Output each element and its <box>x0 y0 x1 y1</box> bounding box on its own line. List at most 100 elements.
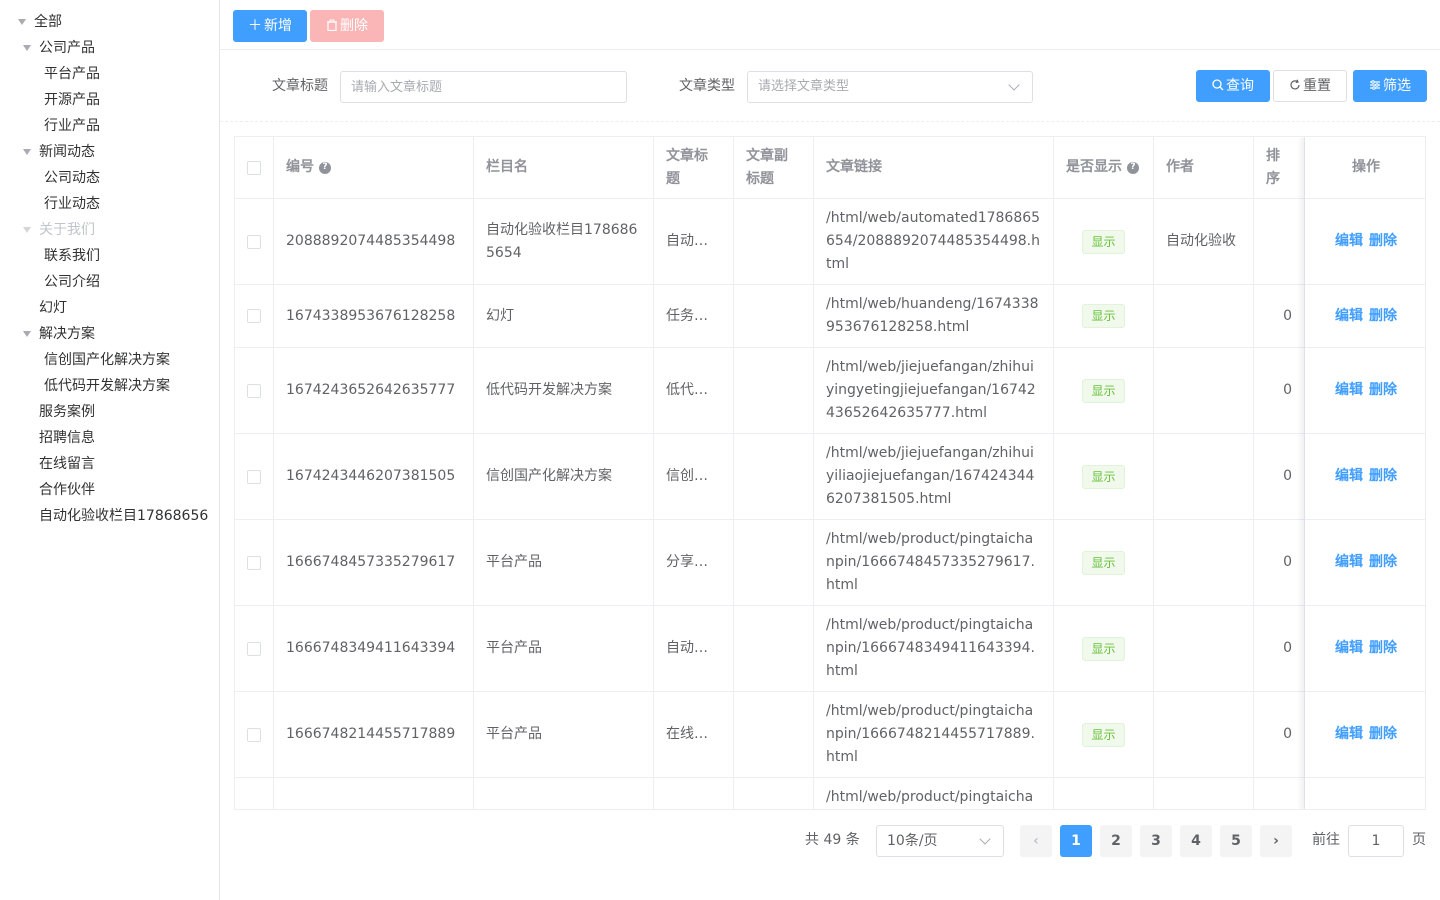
row-checkbox[interactable] <box>247 234 261 249</box>
caret-down-icon[interactable] <box>18 19 26 25</box>
refresh-icon <box>1289 71 1301 101</box>
cell-text: /html/web/product/pingtaichanpin/1666748… <box>826 531 1035 593</box>
cell-id: 1674338953676128258 <box>274 285 474 348</box>
cell-link: /html/web/jiejuefangan/zhihuiyingyetingj… <box>814 348 1054 434</box>
cell-actions: 编辑 删除 <box>1305 199 1425 285</box>
header-actions-label: 操作 <box>1352 159 1380 175</box>
row-select-cell <box>235 285 274 348</box>
page-button[interactable]: 3 <box>1140 825 1172 857</box>
tree-node[interactable]: 开源产品 <box>0 87 219 113</box>
row-checkbox[interactable] <box>247 555 261 570</box>
header-subtitle-label: 文章副标题 <box>746 147 788 187</box>
edit-link[interactable]: 编辑 <box>1335 230 1363 253</box>
cell-title: 分享插... <box>654 520 734 606</box>
tree-node[interactable]: 自动化验收栏目17868656 <box>0 503 219 529</box>
pagination-total: 共 49 条 <box>805 832 860 848</box>
delete-link[interactable]: 删除 <box>1369 551 1397 574</box>
page-button[interactable]: 4 <box>1180 825 1212 857</box>
delete-link[interactable]: 删除 <box>1369 465 1397 488</box>
sliders-icon <box>1369 71 1381 101</box>
question-icon[interactable]: ? <box>1127 161 1139 174</box>
search-form: 文章标题 文章类型 请选择文章类型 查询 重置 筛选 <box>220 50 1440 122</box>
row-checkbox[interactable] <box>247 727 261 742</box>
edit-link[interactable]: 编辑 <box>1335 379 1363 402</box>
tree-node[interactable]: 行业产品 <box>0 113 219 139</box>
page-button[interactable]: 2 <box>1100 825 1132 857</box>
row-checkbox[interactable] <box>247 641 261 656</box>
title-label: 文章标题 <box>272 78 328 94</box>
delete-link[interactable]: 删除 <box>1369 723 1397 746</box>
header-id[interactable]: 编号? <box>274 137 474 199</box>
prev-page-button[interactable]: ‹ <box>1020 825 1052 857</box>
tree-node[interactable]: 合作伙伴 <box>0 477 219 503</box>
cell-id: 1674243652642635777 <box>274 348 474 434</box>
tree-node[interactable]: 联系我们 <box>0 243 219 269</box>
delete-link[interactable]: 删除 <box>1369 637 1397 660</box>
cell-subtitle <box>734 778 814 809</box>
query-button[interactable]: 查询 <box>1196 70 1270 102</box>
edit-link[interactable]: 编辑 <box>1335 551 1363 574</box>
row-checkbox[interactable] <box>247 383 261 398</box>
caret-down-icon[interactable] <box>23 227 31 233</box>
type-select[interactable]: 请选择文章类型 <box>747 71 1033 103</box>
tree-node[interactable]: 解决方案 <box>0 321 219 347</box>
tree-node[interactable]: 信创国产化解决方案 <box>0 347 219 373</box>
tree-node-label: 开源产品 <box>44 92 100 108</box>
status-badge: 显示 <box>1082 722 1125 747</box>
tree-node-label: 自动化验收栏目17868656 <box>39 508 209 524</box>
next-page-button[interactable]: › <box>1260 825 1292 857</box>
page-button[interactable]: 5 <box>1220 825 1252 857</box>
edit-link[interactable]: 编辑 <box>1335 723 1363 746</box>
caret-down-icon[interactable] <box>23 331 31 337</box>
tree-node[interactable]: 幻灯 <box>0 295 219 321</box>
caret-down-icon[interactable] <box>23 45 31 51</box>
delete-button[interactable]: 删除 <box>310 10 384 42</box>
delete-link[interactable]: 删除 <box>1369 230 1397 253</box>
title-input[interactable] <box>340 71 627 103</box>
chevron-left-icon: ‹ <box>1033 833 1039 849</box>
delete-link[interactable]: 删除 <box>1369 379 1397 402</box>
cell-column-name: 平台产品 <box>474 692 654 778</box>
type-label: 文章类型 <box>679 78 735 94</box>
tree-node[interactable]: 服务案例 <box>0 399 219 425</box>
edit-link[interactable]: 编辑 <box>1335 305 1363 328</box>
tree-node[interactable]: 平台产品 <box>0 61 219 87</box>
add-button[interactable]: ＋新增 <box>233 10 307 42</box>
goto-page-input[interactable] <box>1348 825 1404 857</box>
cell-text: 平台产品 <box>486 640 542 656</box>
tree-node[interactable]: 关于我们 <box>0 217 219 243</box>
tree-node[interactable]: 公司介绍 <box>0 269 219 295</box>
edit-link[interactable]: 编辑 <box>1335 637 1363 660</box>
header-actions: 操作 <box>1305 137 1425 199</box>
row-checkbox[interactable] <box>247 309 261 323</box>
tree-node[interactable]: 公司产品 <box>0 35 219 61</box>
cell-subtitle <box>734 520 814 606</box>
cell-text: 信创国... <box>666 468 721 484</box>
cell-id: 1666748349411643394 <box>274 606 474 692</box>
reset-button[interactable]: 重置 <box>1273 70 1347 102</box>
tree-node[interactable]: 全部 <box>0 9 219 35</box>
header-author-label: 作者 <box>1166 159 1194 175</box>
tree-node[interactable]: 在线留言 <box>0 451 219 477</box>
cell-subtitle <box>734 606 814 692</box>
page-button[interactable]: 1 <box>1060 825 1092 857</box>
cell-author <box>1154 348 1254 434</box>
caret-down-icon[interactable] <box>23 149 31 155</box>
row-checkbox[interactable] <box>247 469 261 484</box>
delete-link[interactable]: 删除 <box>1369 305 1397 328</box>
tree-node[interactable]: 公司动态 <box>0 165 219 191</box>
header-sort-label: 排序 <box>1266 147 1280 187</box>
header-subtitle: 文章副标题 <box>734 137 814 199</box>
tree-node[interactable]: 行业动态 <box>0 191 219 217</box>
tree-node[interactable]: 新闻动态 <box>0 139 219 165</box>
edit-link[interactable]: 编辑 <box>1335 465 1363 488</box>
tree-node[interactable]: 低代码开发解决方案 <box>0 373 219 399</box>
page-size-select[interactable]: 10条/页 <box>876 825 1004 857</box>
question-icon[interactable]: ? <box>319 161 331 174</box>
pagination: 共 49 条 10条/页 ‹ 12345 › 前往 页 <box>0 824 1440 858</box>
filter-button[interactable]: 筛选 <box>1353 70 1427 102</box>
cell-sort <box>1254 199 1305 285</box>
page-size-value: 10条/页 <box>887 833 938 849</box>
tree-node[interactable]: 招聘信息 <box>0 425 219 451</box>
select-all-checkbox[interactable] <box>247 160 261 175</box>
